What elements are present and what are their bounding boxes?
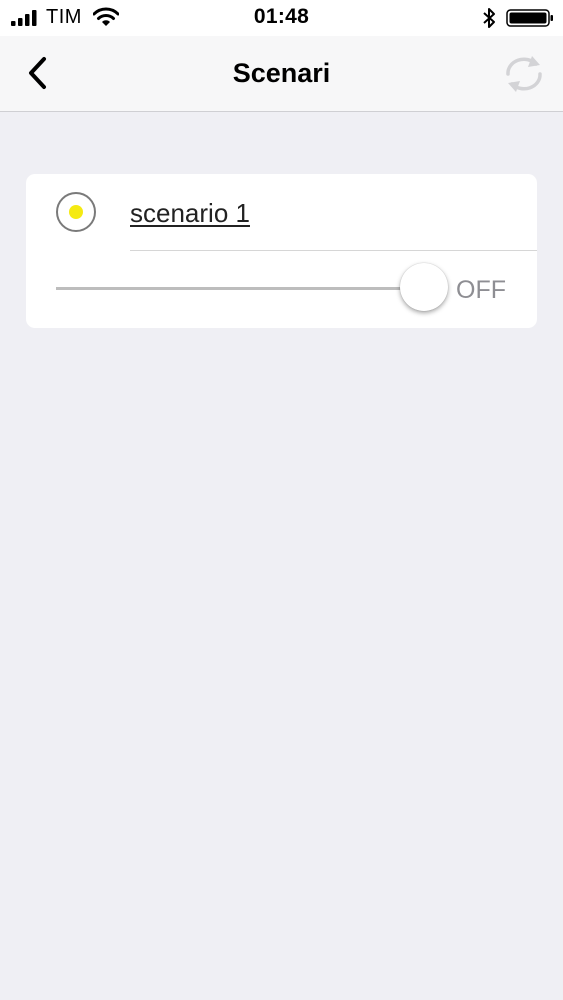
bluetooth-icon (483, 8, 495, 28)
status-time: 01:48 (253, 5, 310, 28)
status-bar: TIM 01:48 (0, 0, 563, 36)
refresh-button[interactable] (498, 52, 550, 96)
selected-indicator-icon (69, 205, 83, 219)
scenario-slider-track[interactable] (56, 287, 426, 290)
scenario-card: scenario 1 OFF (26, 174, 537, 328)
battery-icon (506, 9, 553, 27)
scenario-slider-value: OFF (456, 276, 506, 304)
scenario-slider-thumb[interactable] (400, 263, 448, 311)
refresh-icon (506, 56, 542, 92)
scenario-name-link[interactable]: scenario 1 (130, 198, 250, 229)
scenario-select-radio[interactable] (56, 192, 96, 232)
nav-bar: Scenari (0, 36, 563, 112)
page-title: Scenari (232, 58, 331, 88)
divider (130, 250, 537, 251)
